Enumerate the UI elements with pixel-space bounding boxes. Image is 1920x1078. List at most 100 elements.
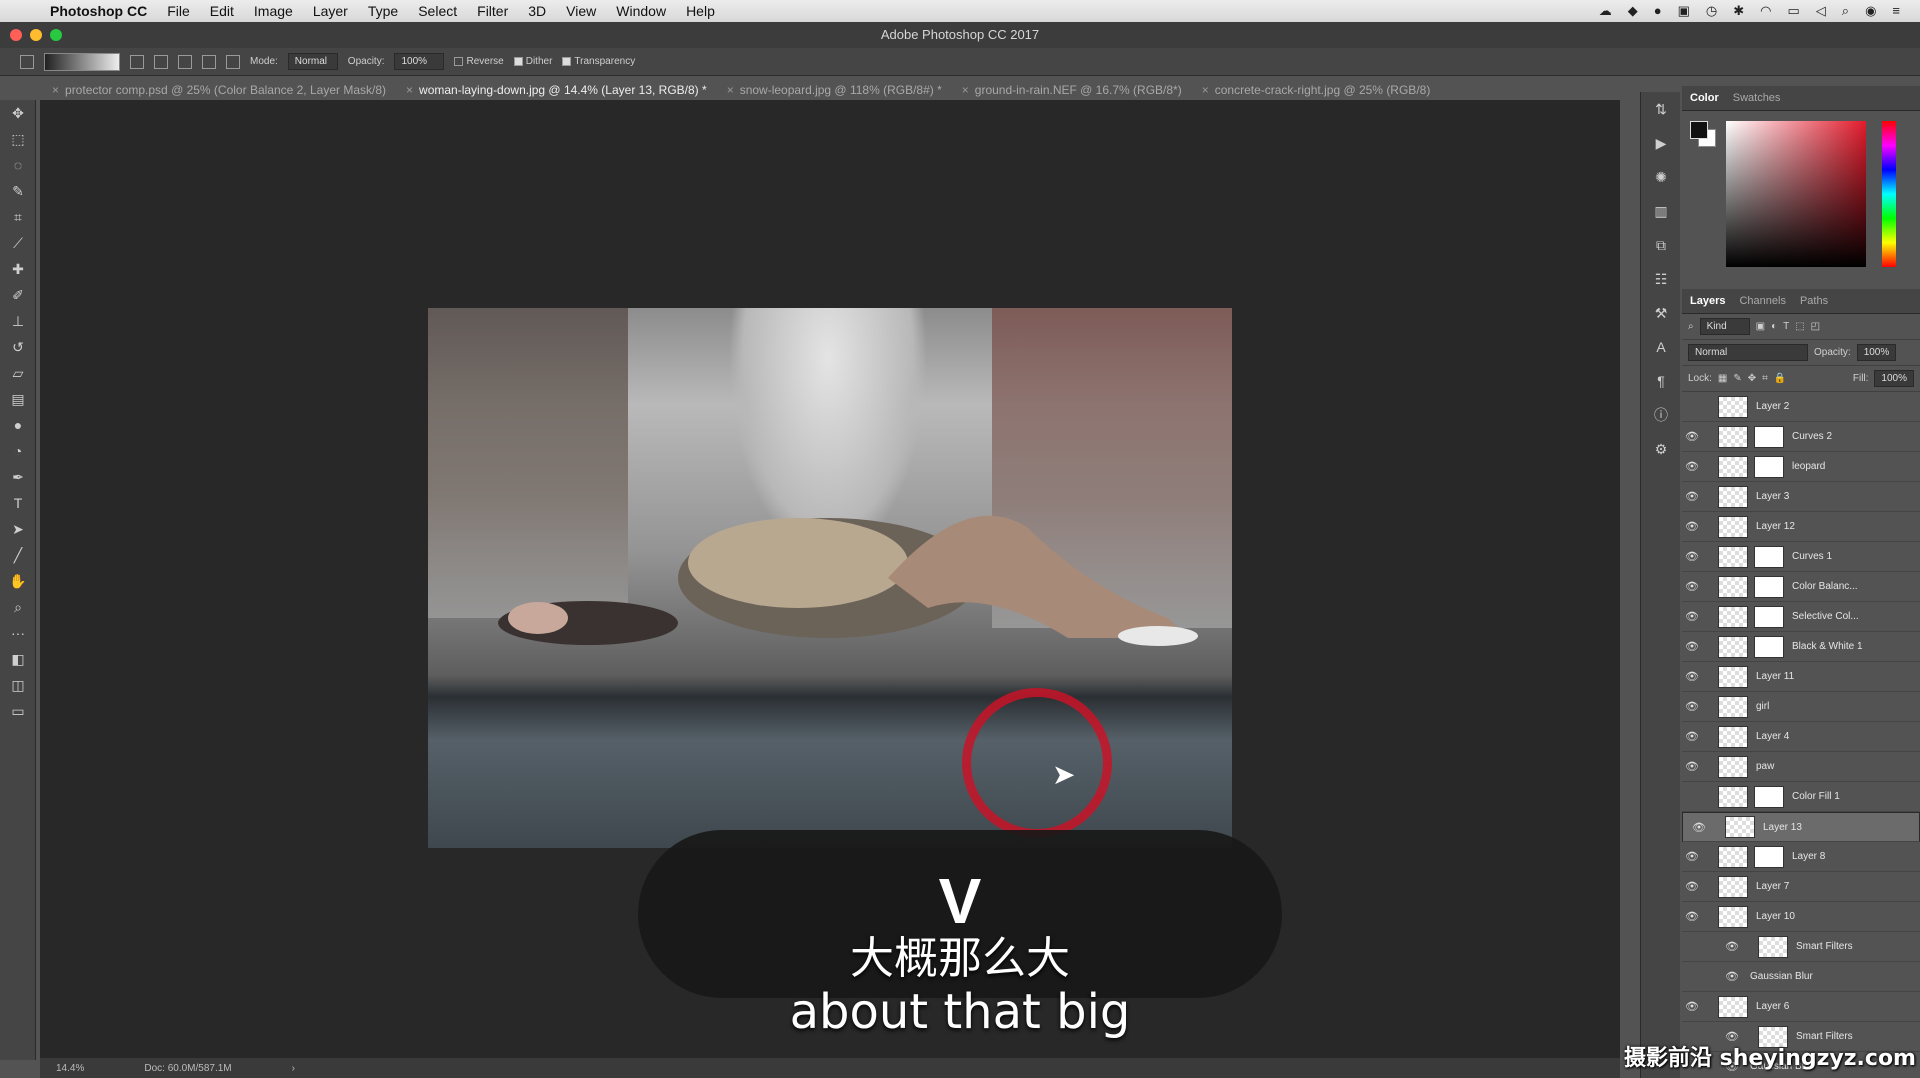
layer-row[interactable]: 👁 girl bbox=[1682, 692, 1920, 722]
lock-transparent-icon[interactable]: ▦ bbox=[1718, 373, 1727, 384]
more-tools-icon[interactable]: ··· bbox=[0, 620, 36, 646]
layer-thumbnail[interactable] bbox=[1718, 755, 1748, 778]
layer-thumbnail[interactable] bbox=[1718, 515, 1748, 538]
lock-artboard-icon[interactable]: ⌗ bbox=[1762, 373, 1768, 384]
layer-mask-thumbnail[interactable] bbox=[1754, 425, 1784, 448]
layer-row[interactable]: 👁 Layer 13 bbox=[1682, 812, 1920, 842]
wifi-icon[interactable]: ◠ bbox=[1760, 3, 1771, 19]
layer-mask-thumbnail[interactable] bbox=[1754, 635, 1784, 658]
quick-mask-icon[interactable]: ◫ bbox=[0, 672, 36, 698]
foreground-color-swatch[interactable] bbox=[1690, 121, 1708, 139]
layer-row[interactable]: 👁 Curves 2 bbox=[1682, 422, 1920, 452]
tab-swatches[interactable]: Swatches bbox=[1733, 92, 1781, 104]
layer-thumbnail[interactable] bbox=[1718, 785, 1748, 808]
document-tab[interactable]: × concrete-crack-right.jpg @ 25% (RGB/8) bbox=[1192, 80, 1441, 100]
mode-select[interactable]: Normal bbox=[287, 53, 338, 70]
filter-shape-icon[interactable]: ⬚ bbox=[1795, 321, 1804, 332]
gradient-picker[interactable] bbox=[44, 52, 120, 71]
layer-thumbnail[interactable] bbox=[1718, 545, 1748, 568]
evernote-icon[interactable]: ● bbox=[1654, 3, 1662, 19]
menu-layer[interactable]: Layer bbox=[303, 3, 358, 19]
path-selection-tool-icon[interactable]: ➤ bbox=[0, 516, 36, 542]
fg-bg-color[interactable] bbox=[1690, 121, 1716, 147]
bluetooth-icon[interactable]: ✱ bbox=[1733, 3, 1744, 19]
visibility-eye-icon[interactable]: 👁 bbox=[1682, 730, 1702, 743]
visibility-eye-icon[interactable]: 👁 bbox=[1682, 760, 1702, 773]
tab-channels[interactable]: Channels bbox=[1739, 295, 1785, 307]
menu-3d[interactable]: 3D bbox=[518, 3, 556, 19]
zoom-level[interactable]: 14.4% bbox=[56, 1063, 84, 1074]
blur-tool-icon[interactable]: ● bbox=[0, 412, 36, 438]
layer-row[interactable]: 👁 leopard bbox=[1682, 452, 1920, 482]
layer-thumbnail[interactable] bbox=[1718, 425, 1748, 448]
close-tab-icon[interactable]: × bbox=[406, 83, 413, 97]
visibility-eye-icon[interactable]: 👁 bbox=[1682, 550, 1702, 563]
visibility-eye-icon[interactable]: 👁 bbox=[1689, 821, 1709, 834]
linear-gradient-button[interactable] bbox=[130, 54, 144, 69]
notification-icon[interactable]: ≡ bbox=[1892, 3, 1900, 19]
close-tab-icon[interactable]: × bbox=[1202, 83, 1209, 97]
type-tool-icon[interactable]: T bbox=[0, 490, 36, 516]
zoom-window-button[interactable] bbox=[50, 29, 62, 41]
filter-type-icon[interactable]: T bbox=[1783, 321, 1789, 332]
gradient-tool-icon[interactable]: ▤ bbox=[0, 386, 36, 412]
angle-gradient-button[interactable] bbox=[178, 54, 192, 69]
airplay-icon[interactable]: ▭ bbox=[1787, 3, 1799, 19]
screen-mode-icon[interactable]: ▭ bbox=[0, 698, 36, 724]
properties-panel-icon[interactable]: ⚙ bbox=[1641, 432, 1681, 466]
layer-opacity-input[interactable]: 100% bbox=[1856, 344, 1897, 361]
layer-thumbnail[interactable] bbox=[1718, 485, 1748, 508]
creative-cloud-icon[interactable]: ☁ bbox=[1599, 3, 1612, 19]
visibility-eye-icon[interactable]: 👁 bbox=[1682, 1000, 1702, 1013]
healing-brush-tool-icon[interactable]: ✚ bbox=[0, 256, 36, 282]
status-chevron-icon[interactable]: › bbox=[292, 1063, 295, 1074]
eraser-tool-icon[interactable]: ▱ bbox=[0, 360, 36, 386]
layer-row[interactable]: 👁 Selective Col... bbox=[1682, 602, 1920, 632]
layer-row[interactable]: 👁 Layer 3 bbox=[1682, 482, 1920, 512]
visibility-eye-icon[interactable]: 👁 bbox=[1682, 850, 1702, 863]
camera-icon[interactable]: ▣ bbox=[1678, 3, 1690, 19]
layer-thumbnail[interactable] bbox=[1758, 935, 1788, 958]
color-swatches-icon[interactable]: ◧ bbox=[0, 646, 36, 672]
tab-layers[interactable]: Layers bbox=[1690, 295, 1725, 307]
adjustments-panel-icon[interactable]: ✺ bbox=[1641, 160, 1681, 194]
layer-row[interactable]: 👁 Smart Filters bbox=[1682, 932, 1920, 962]
layer-thumbnail[interactable] bbox=[1718, 665, 1748, 688]
layer-mask-thumbnail[interactable] bbox=[1754, 785, 1784, 808]
visibility-eye-icon[interactable]: 👁 bbox=[1682, 880, 1702, 893]
brush-presets-panel-icon[interactable]: ☷ bbox=[1641, 262, 1681, 296]
layer-thumbnail[interactable] bbox=[1718, 695, 1748, 718]
opacity-input[interactable]: 100% bbox=[394, 53, 445, 70]
diamond-gradient-button[interactable] bbox=[226, 54, 240, 69]
layer-row[interactable]: 👁 Curves 1 bbox=[1682, 542, 1920, 572]
info-panel-icon[interactable]: ⓘ bbox=[1641, 398, 1681, 432]
document-tab[interactable]: × protector comp.psd @ 25% (Color Balance… bbox=[42, 80, 396, 100]
dither-checkbox[interactable]: Dither bbox=[513, 56, 552, 67]
visibility-eye-icon[interactable]: 👁 bbox=[1682, 910, 1702, 923]
marquee-tool-icon[interactable]: ⬚ bbox=[0, 126, 36, 152]
layer-thumbnail[interactable] bbox=[1718, 875, 1748, 898]
fill-input[interactable]: 100% bbox=[1874, 370, 1914, 387]
menu-window[interactable]: Window bbox=[606, 3, 676, 19]
pen-tool-icon[interactable]: ✒ bbox=[0, 464, 36, 490]
reflected-gradient-button[interactable] bbox=[202, 54, 216, 69]
close-tab-icon[interactable]: × bbox=[727, 83, 734, 97]
move-tool-icon[interactable]: ✥ bbox=[0, 100, 36, 126]
layer-row[interactable]: 👁 Layer 4 bbox=[1682, 722, 1920, 752]
tool-preset-picker[interactable] bbox=[20, 54, 34, 69]
layer-row[interactable]: 👁 Layer 12 bbox=[1682, 512, 1920, 542]
layer-thumbnail[interactable] bbox=[1718, 455, 1748, 478]
tab-color[interactable]: Color bbox=[1690, 92, 1719, 104]
reverse-checkbox-box[interactable] bbox=[454, 56, 464, 66]
layer-row[interactable]: 👁 Layer 6 bbox=[1682, 992, 1920, 1022]
layer-row[interactable]: 👁 Black & White 1 bbox=[1682, 632, 1920, 662]
layer-row[interactable]: 👁 Color Balanc... bbox=[1682, 572, 1920, 602]
document-tab[interactable]: × snow-leopard.jpg @ 118% (RGB/8#) * bbox=[717, 80, 952, 100]
layer-mask-thumbnail[interactable] bbox=[1754, 575, 1784, 598]
tab-paths[interactable]: Paths bbox=[1800, 295, 1828, 307]
clone-stamp-tool-icon[interactable]: ⊥ bbox=[0, 308, 36, 334]
visibility-eye-icon[interactable]: 👁 bbox=[1682, 490, 1702, 503]
layer-row[interactable]: 👁 Layer 10 bbox=[1682, 902, 1920, 932]
transparency-checkbox[interactable]: Transparency bbox=[562, 56, 635, 67]
menu-image[interactable]: Image bbox=[244, 3, 303, 19]
